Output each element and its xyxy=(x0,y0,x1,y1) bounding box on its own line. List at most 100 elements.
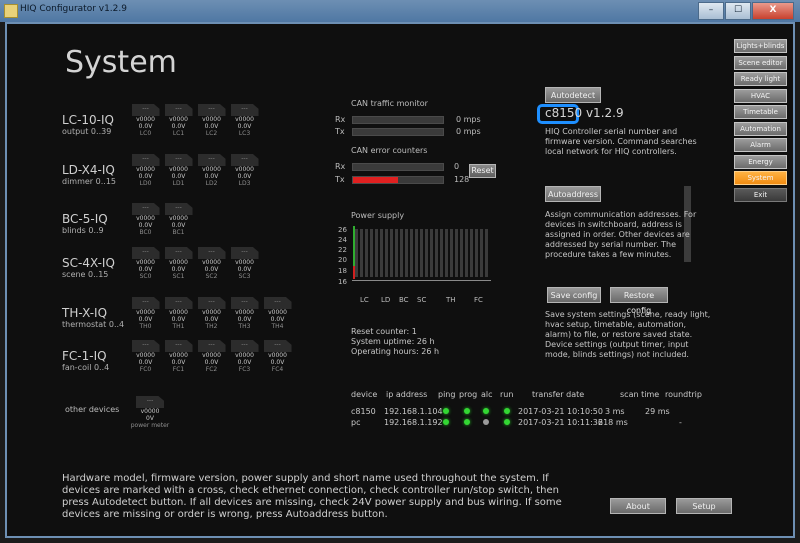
unit-label: LD1 xyxy=(172,180,185,187)
unit-voltage: 0.0V xyxy=(204,123,219,130)
sidebar-item-automation[interactable]: Automation xyxy=(734,121,787,136)
device-unit[interactable]: --- v0000 0.0V SC3 xyxy=(229,247,260,280)
close-button[interactable]: X xyxy=(752,2,794,20)
unit-voltage: 0.0V xyxy=(138,222,153,229)
row-roundtrip: - xyxy=(679,418,682,427)
desc-line: firmware version. Command searches xyxy=(545,137,697,146)
unit-voltage: 0.0V xyxy=(171,266,186,273)
power-meter-unit[interactable]: --- v0000 0V power meter xyxy=(120,396,180,429)
device-unit[interactable]: --- v0000 0.0V LD0 xyxy=(130,154,161,187)
device-tile: --- xyxy=(230,297,259,309)
device-unit[interactable]: --- v0000 0.0V LC0 xyxy=(130,104,161,137)
autoaddress-desc: Assign communication addresses. For devi… xyxy=(545,210,696,260)
autodetect-button[interactable]: Autodetect xyxy=(545,87,601,103)
about-button[interactable]: About xyxy=(610,498,666,514)
sidebar-item-hvac[interactable]: HVAC xyxy=(734,88,787,103)
device-unit[interactable]: --- v0000 0.0V BC1 xyxy=(163,203,194,236)
sidebar-item-energy[interactable]: Energy xyxy=(734,154,787,169)
device-unit[interactable]: --- v0000 0.0V TH3 xyxy=(229,297,260,330)
device-unit[interactable]: --- v0000 0.0V FC3 xyxy=(229,340,260,373)
sidebar-item-system[interactable]: System xyxy=(734,171,787,185)
device-unit[interactable]: --- v0000 0.0V LD3 xyxy=(229,154,260,187)
ps-x-label: LC xyxy=(360,296,369,304)
device-unit[interactable]: --- v0000 0.0V FC4 xyxy=(262,340,293,373)
row-device: c8150 xyxy=(351,407,376,416)
device-unit[interactable]: --- v0000 0.0V LC2 xyxy=(196,104,227,137)
device-unit[interactable]: --- v0000 0.0V TH0 xyxy=(130,297,161,330)
device-tile: --- xyxy=(164,297,193,309)
unit-voltage: 0.0V xyxy=(237,266,252,273)
unit-voltage: 0.0V xyxy=(204,316,219,323)
can-errors-tx-value: 128 xyxy=(454,175,470,184)
unit-label: LC0 xyxy=(139,130,152,137)
unit-label: LD3 xyxy=(238,180,251,187)
unit-version: v0000 xyxy=(169,259,188,266)
device-unit[interactable]: --- v0000 0.0V TH1 xyxy=(163,297,194,330)
reset-button[interactable]: Reset xyxy=(469,164,496,178)
save-config-button[interactable]: Save config xyxy=(547,287,601,303)
unit-version: v0000 xyxy=(169,116,188,123)
device-unit[interactable]: --- v0000 0.0V SC2 xyxy=(196,247,227,280)
can-errors-rx-label: Rx xyxy=(335,162,346,171)
sidebar-item-ready-light[interactable]: Ready light xyxy=(734,72,787,86)
unit-label: power meter xyxy=(130,422,170,429)
device-tile: --- xyxy=(131,154,160,166)
table-header-scan-time: scan time xyxy=(620,390,660,399)
device-range: fan-coil 0..4 xyxy=(62,363,110,372)
device-row: FC-1-IQ fan-coil 0..4 --- v0000 0.0V FC0 --- v0… xyxy=(62,340,292,373)
unit-label: FC2 xyxy=(205,366,218,373)
ps-bar xyxy=(435,229,438,277)
sidebar-item-alarm[interactable]: Alarm xyxy=(734,138,787,152)
sidebar-item-lights-blinds[interactable]: Lights+blinds xyxy=(734,39,787,53)
device-unit[interactable]: --- v0000 0.0V FC0 xyxy=(130,340,161,373)
sidebar-item-timetable[interactable]: Timetable xyxy=(734,105,787,119)
unit-voltage: 0.0V xyxy=(237,359,252,366)
unit-version: v0000 xyxy=(202,116,221,123)
device-unit[interactable]: --- v0000 0.0V TH4 xyxy=(262,297,293,330)
maximize-button[interactable]: ☐ xyxy=(725,2,751,20)
device-unit[interactable]: --- v0000 0.0V SC0 xyxy=(130,247,161,280)
device-tile: --- xyxy=(197,340,226,352)
help-text: Hardware model, firmware version, power … xyxy=(62,473,562,520)
device-unit[interactable]: --- v0000 0.0V SC1 xyxy=(163,247,194,280)
device-unit[interactable]: --- v0000 0.0V FC2 xyxy=(196,340,227,373)
can-errors-tx-bar xyxy=(352,176,444,184)
unit-label: SC3 xyxy=(238,273,251,280)
can-traffic-tx-label: Tx xyxy=(335,127,345,136)
restore-config-button[interactable]: Restore config xyxy=(610,287,668,315)
device-range: blinds 0..9 xyxy=(62,226,104,235)
setup-button[interactable]: Setup xyxy=(676,498,732,514)
table-header-transfer-date: transfer date xyxy=(532,390,585,399)
window-title: HIQ Configurator v1.2.9 xyxy=(20,4,127,14)
device-name: LC-10-IQ xyxy=(62,113,114,127)
table-header-ping: ping xyxy=(438,390,456,399)
window-controls: – ☐ X xyxy=(697,2,794,20)
sidebar-item-exit[interactable]: Exit xyxy=(734,187,787,202)
minimize-button[interactable]: – xyxy=(698,2,724,20)
unit-label: FC1 xyxy=(172,366,185,373)
run-led xyxy=(504,408,510,414)
autoaddress-button[interactable]: Autoaddress xyxy=(545,186,601,202)
device-unit[interactable]: --- v0000 0.0V BC0 xyxy=(130,203,161,236)
row-transfer-date: 2017-03-21 10:11:36 xyxy=(518,418,603,427)
device-unit[interactable]: --- v0000 0.0V LD1 xyxy=(163,154,194,187)
app-icon xyxy=(4,4,18,18)
unit-version: v0000 xyxy=(169,352,188,359)
device-unit[interactable]: --- v0000 0.0V FC1 xyxy=(163,340,194,373)
device-unit[interactable]: --- v0000 0.0V LD2 xyxy=(196,154,227,187)
unit-voltage: 0.0V xyxy=(171,173,186,180)
device-unit[interactable]: --- v0000 0.0V LC3 xyxy=(229,104,260,137)
device-range: output 0..39 xyxy=(62,127,112,136)
unit-version: v0000 xyxy=(268,309,287,316)
device-range: scene 0..15 xyxy=(62,270,109,279)
ps-bar xyxy=(400,229,403,277)
power-supply-title: Power supply xyxy=(351,211,405,220)
desc-line: alarm) to file, or restore saved state. xyxy=(545,330,693,339)
unit-label: FC0 xyxy=(139,366,152,373)
device-tile: --- xyxy=(197,104,226,116)
sidebar-item-scene-editor[interactable]: Scene editor xyxy=(734,55,787,70)
table-header-device: device xyxy=(351,390,378,399)
table-header-prog: prog xyxy=(459,390,478,399)
device-unit[interactable]: --- v0000 0.0V TH2 xyxy=(196,297,227,330)
device-unit[interactable]: --- v0000 0.0V LC1 xyxy=(163,104,194,137)
